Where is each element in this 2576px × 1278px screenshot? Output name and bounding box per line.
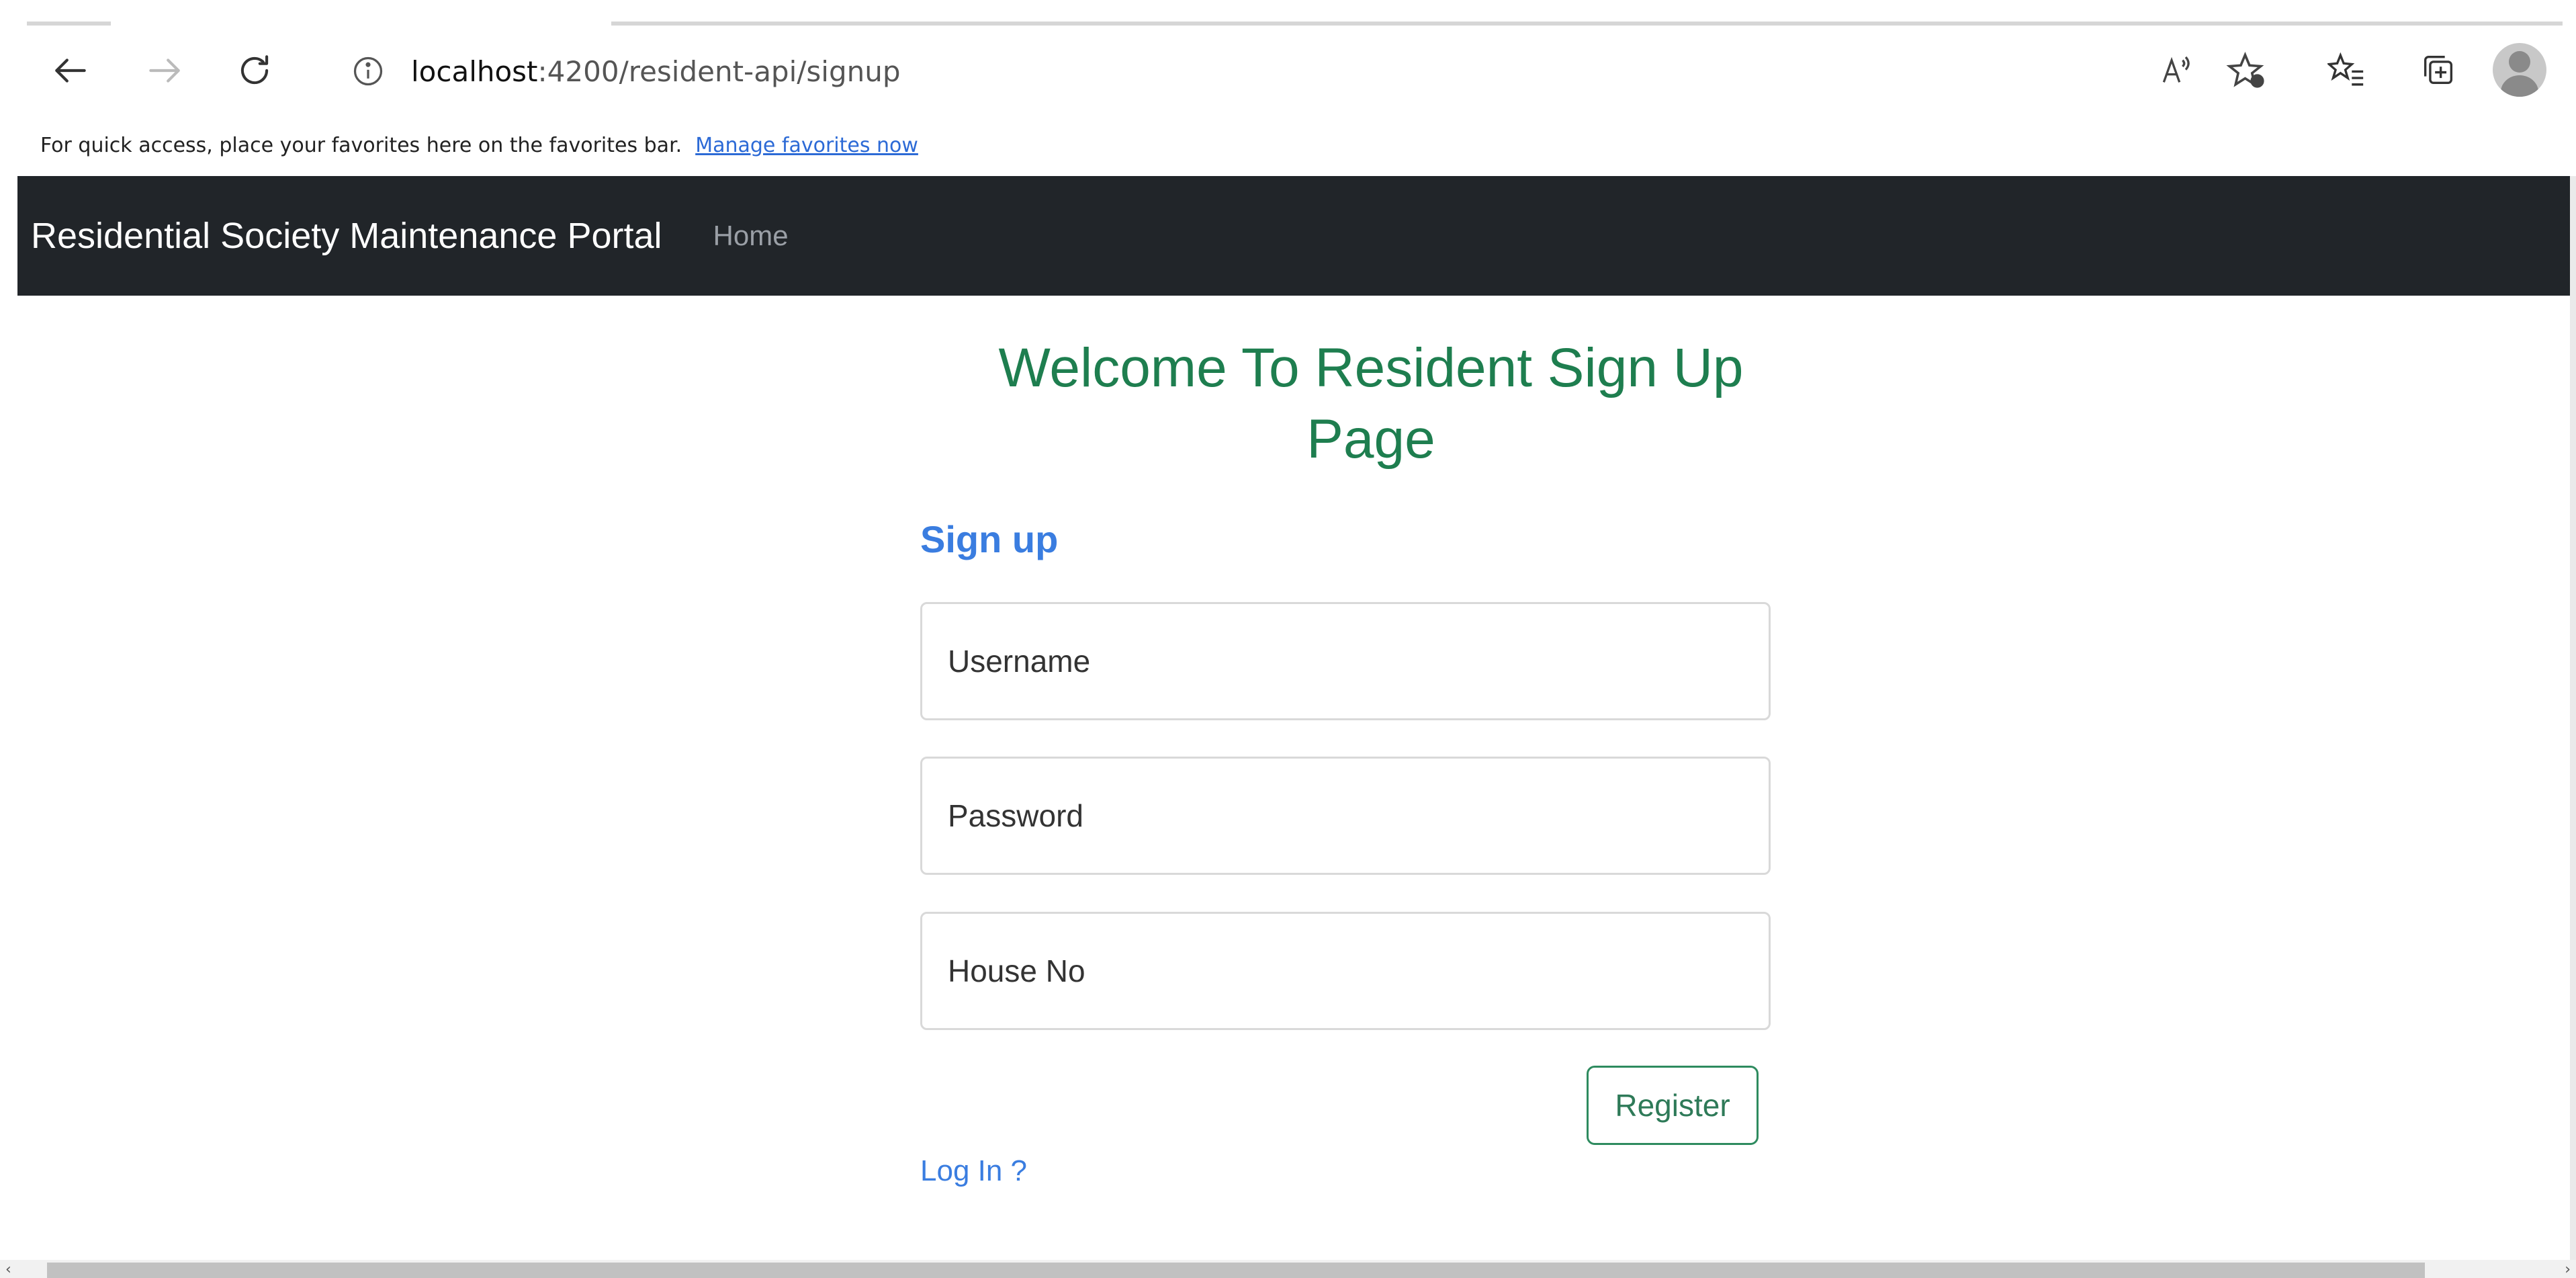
refresh-icon [240,55,269,85]
browser-toolbar: localhost:4200/resident-api/signup [0,27,2576,114]
browser-window: localhost:4200/resident-api/signup For q… [0,0,2576,1278]
page-title-line2: Page [1306,409,1435,470]
favorites-bar-message: For quick access, place your favorites h… [40,133,682,157]
nav-home-link[interactable]: Home [713,220,789,252]
url-text[interactable]: localhost:4200/resident-api/signup [411,55,901,88]
profile-avatar-icon[interactable] [2493,43,2546,97]
info-icon[interactable] [349,52,387,90]
register-button[interactable]: Register [1587,1066,1759,1145]
tab-strip [0,0,2576,27]
tab-edge [611,22,2563,26]
url-host: localhost [411,54,538,88]
arrow-left-icon [55,58,86,83]
forward-button[interactable] [134,40,195,101]
scrollbar-thumb[interactable] [47,1263,2425,1278]
signup-heading: Sign up [920,518,1059,560]
signup-page: Welcome To Resident Sign Up Page Sign up… [17,296,2570,1260]
manage-favorites-link[interactable]: Manage favorites now [695,134,918,157]
back-button[interactable] [40,40,101,101]
password-input[interactable] [920,757,1771,875]
favorite-star-icon[interactable] [2226,50,2270,94]
tab-edge [27,22,111,26]
collections-button[interactable] [2411,43,2465,97]
read-aloud-icon[interactable] [2156,51,2196,91]
app-navbar: Residential Society Maintenance Portal H… [17,176,2570,296]
username-input[interactable] [920,602,1771,720]
refresh-button[interactable] [224,40,285,101]
favorites-list-icon [2327,52,2364,86]
horizontal-scrollbar[interactable]: ‹ › [0,1260,2576,1278]
scroll-left-icon[interactable]: ‹ [5,1261,11,1278]
house-no-input[interactable] [920,912,1771,1030]
address-bar[interactable]: localhost:4200/resident-api/signup [316,38,2284,105]
navbar-brand[interactable]: Residential Society Maintenance Portal [31,215,662,257]
url-path: :4200/resident-api/signup [537,54,901,88]
collections-icon [2424,55,2453,85]
arrow-right-icon [149,58,180,83]
login-link[interactable]: Log In ? [920,1154,1027,1188]
favorites-bar: For quick access, place your favorites h… [0,114,2576,176]
page-title: Welcome To Resident Sign Up Page [911,333,1831,475]
vertical-scrollbar[interactable] [2570,176,2576,1260]
scroll-right-icon[interactable]: › [2565,1261,2571,1278]
favorites-button[interactable] [2320,43,2374,97]
page-title-line1: Welcome To Resident Sign Up [998,337,1744,398]
